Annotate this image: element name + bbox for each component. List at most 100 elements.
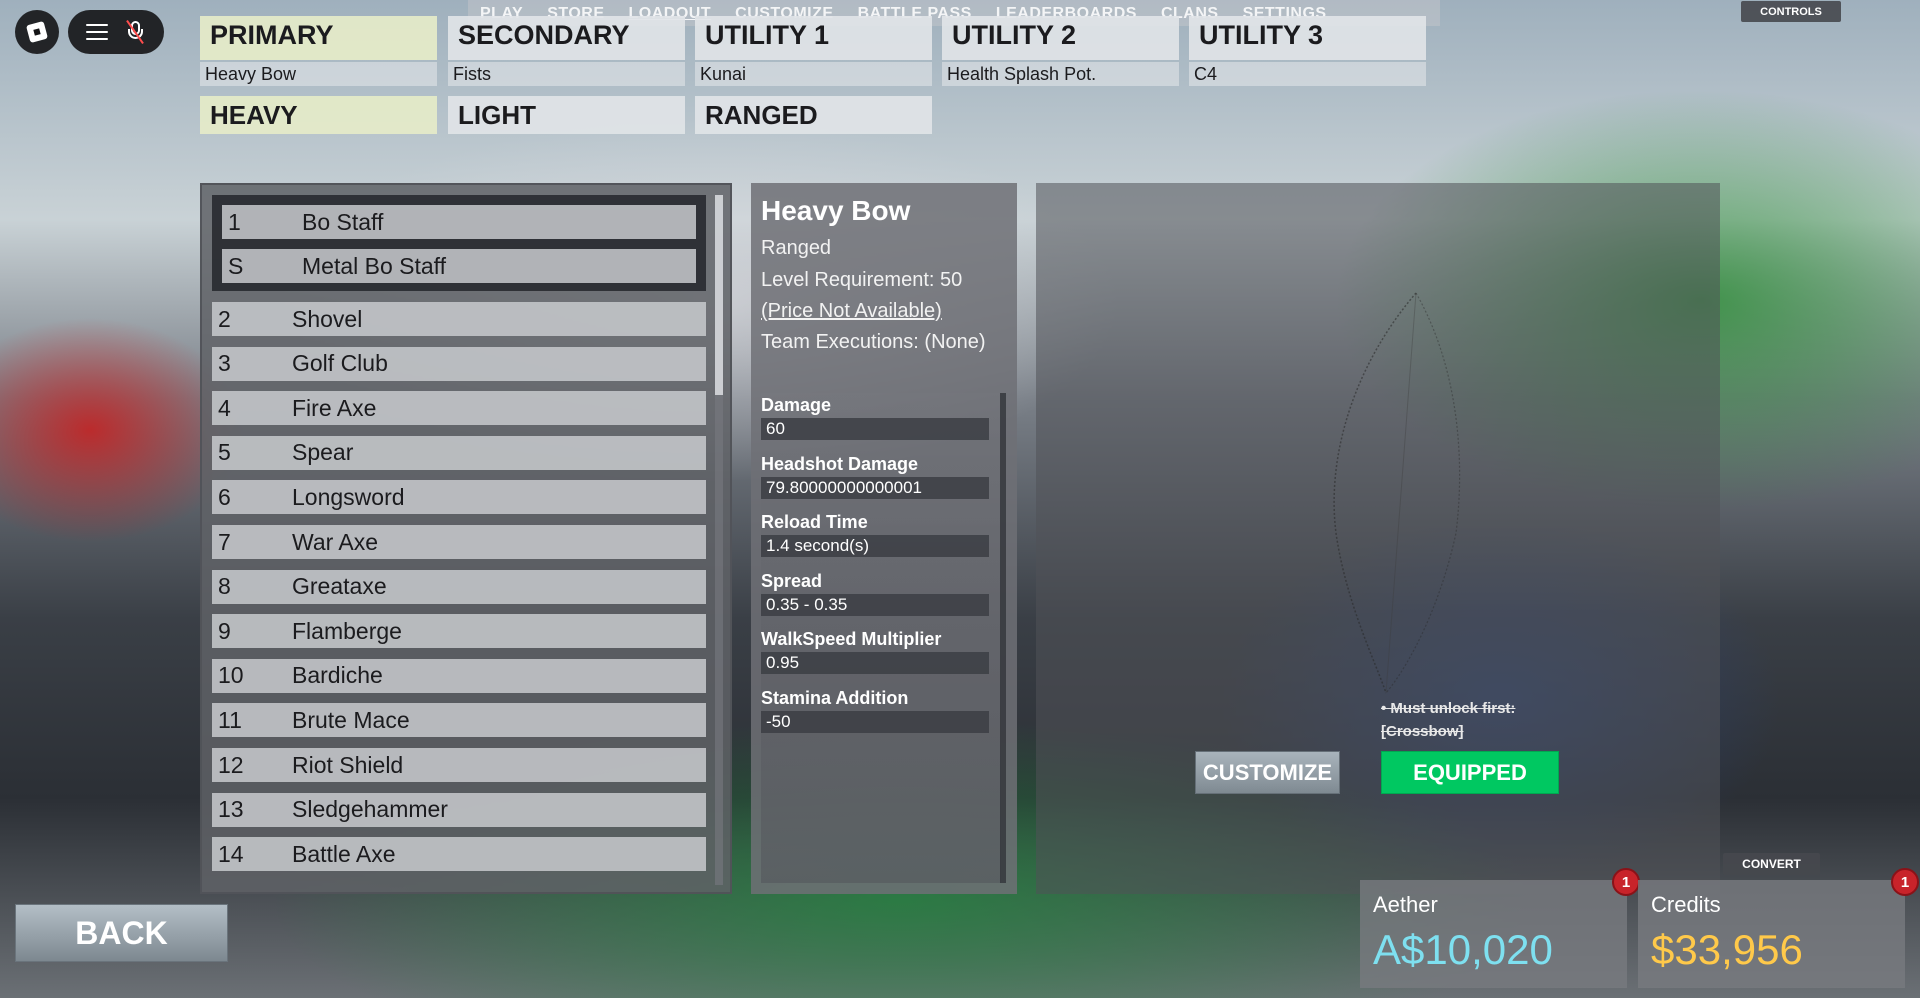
roblox-quick-menu[interactable] (68, 10, 164, 54)
weapon-number: 6 (218, 483, 231, 510)
stats-scrollbar[interactable] (1000, 393, 1006, 883)
weapon-name: Sledgehammer (292, 796, 448, 823)
stat-label: Damage (761, 395, 832, 415)
weapon-name: Longsword (292, 483, 405, 510)
convert-button[interactable]: CONVERT (1723, 853, 1820, 875)
slot-title: SECONDARY (448, 16, 685, 60)
price-link[interactable]: (Price Not Available) (761, 300, 942, 323)
stat-value: 79.80000000000001 (761, 476, 989, 499)
slot-primary[interactable]: PRIMARY Heavy Bow (200, 16, 437, 86)
weapon-name: Flamberge (292, 617, 402, 644)
aether-balance: Aether A$10,020 (1360, 880, 1627, 988)
slot-item: Heavy Bow (200, 62, 437, 86)
weapon-number: S (228, 252, 244, 279)
weapon-number: 8 (218, 573, 231, 600)
weapon-row[interactable]: S Metal Bo Staff (222, 249, 696, 283)
weapon-name: Bardiche (292, 662, 383, 689)
stat-value: 0.95 (761, 652, 989, 674)
currency-value: A$10,020 (1373, 926, 1553, 973)
weapon-row[interactable]: 13 Sledgehammer (212, 792, 706, 827)
weapon-row[interactable]: 14 Battle Axe (212, 837, 706, 872)
weapon-list-scroll-thumb[interactable] (715, 195, 723, 395)
weapon-name: Battle Axe (292, 840, 396, 867)
weapon-type: Ranged (761, 237, 832, 259)
roblox-logo-icon (25, 20, 49, 44)
weapon-row[interactable]: 1 Bo Staff (222, 205, 696, 239)
controls-button[interactable]: CONTROLS (1741, 1, 1841, 22)
weapon-number: 5 (218, 439, 231, 466)
stat-label: WalkSpeed Multiplier (761, 629, 942, 649)
weapon-number: 2 (218, 305, 231, 332)
stat-value: 0.35 - 0.35 (761, 593, 989, 616)
slot-title: PRIMARY (200, 16, 437, 60)
weapon-number: 10 (218, 662, 244, 689)
category-ranged[interactable]: RANGED (695, 96, 932, 134)
weapon-name: Metal Bo Staff (302, 252, 447, 279)
slot-utility-3[interactable]: UTILITY 3 C4 (1189, 16, 1426, 86)
weapon-number: 7 (218, 528, 231, 555)
weapon-number: 4 (218, 394, 231, 421)
equipped-button[interactable]: EQUIPPED (1381, 751, 1559, 794)
weapon-number: 11 (218, 706, 242, 733)
weapon-number: 9 (218, 617, 231, 644)
weapon-name: Greataxe (292, 573, 387, 600)
level-requirement: Level Requirement: 50 (761, 269, 963, 291)
category-heavy[interactable]: HEAVY (200, 96, 437, 134)
back-button[interactable]: BACK (15, 904, 228, 962)
weapon-row[interactable]: 3 Golf Club (212, 346, 706, 381)
bow-model-icon (1333, 292, 1461, 694)
weapon-list: 1 Bo Staff S Metal Bo Staff 2 Shovel 3 Golf… (200, 183, 732, 894)
weapon-name: Shovel (292, 305, 363, 332)
weapon-name: Riot Shield (292, 751, 404, 778)
weapon-number: 14 (218, 840, 244, 867)
weapon-name: Fire Axe (292, 394, 377, 421)
stat-label: Stamina Addition (761, 687, 909, 708)
weapon-group-bo-staff: 1 Bo Staff S Metal Bo Staff (212, 195, 706, 291)
weapon-number: 1 (228, 208, 241, 235)
weapon-row[interactable]: 11 Brute Mace (212, 703, 706, 738)
weapon-name: Golf Club (292, 350, 388, 377)
slot-title: UTILITY 3 (1189, 16, 1426, 60)
weapon-number: 12 (218, 751, 244, 778)
weapon-info-panel: Heavy Bow Ranged Level Requirement: 50 (… (751, 183, 1017, 894)
weapon-row[interactable]: 8 Greataxe (212, 569, 706, 604)
currency-label: Aether (1373, 892, 1438, 917)
mic-muted-icon[interactable] (124, 19, 146, 45)
currency-value: $33,956 (1651, 926, 1803, 973)
slot-item: Fists (448, 62, 685, 86)
weapon-row[interactable]: 12 Riot Shield (212, 748, 706, 782)
slot-title: UTILITY 2 (942, 16, 1179, 60)
weapon-row[interactable]: 5 Spear (212, 435, 706, 470)
credits-notification-badge[interactable]: 1 (1891, 868, 1919, 896)
credits-balance: Credits $33,956 (1638, 880, 1905, 988)
slot-secondary[interactable]: SECONDARY Fists (448, 16, 685, 86)
stat-label: Spread (761, 570, 823, 591)
category-light[interactable]: LIGHT (448, 96, 685, 134)
weapon-preview: • Must unlock first: [Crossbow] CUSTOMIZ… (1036, 183, 1720, 894)
weapon-row[interactable]: 7 War Axe (212, 525, 706, 559)
customize-button[interactable]: CUSTOMIZE (1195, 751, 1340, 794)
weapon-name: Bo Staff (302, 208, 384, 235)
stat-value: 60 (761, 418, 989, 440)
team-executions: Team Executions: (None) (761, 331, 986, 353)
stat-value: 1.4 second(s) (761, 535, 989, 557)
slot-item: Kunai (695, 62, 932, 86)
weapon-row[interactable]: 6 Longsword (212, 480, 706, 515)
weapon-row[interactable]: 4 Fire Axe (212, 391, 706, 426)
weapon-name: Spear (292, 439, 354, 466)
weapon-number: 13 (218, 796, 244, 823)
weapon-row[interactable]: 2 Shovel (212, 302, 706, 336)
unlock-requirement-note: • Must unlock first: [Crossbow] (1381, 700, 1516, 740)
slot-utility-2[interactable]: UTILITY 2 Health Splash Pot. (942, 16, 1179, 86)
hamburger-icon[interactable] (86, 24, 108, 40)
weapon-row[interactable]: 9 Flamberge (212, 614, 706, 649)
stat-value: -50 (761, 710, 989, 733)
weapon-number: 3 (218, 350, 231, 377)
slot-utility-1[interactable]: UTILITY 1 Kunai (695, 16, 932, 86)
roblox-menu-button[interactable] (15, 10, 59, 54)
weapon-row[interactable]: 10 Bardiche (212, 658, 706, 693)
currency-label: Credits (1651, 892, 1721, 917)
weapon-name: War Axe (292, 528, 379, 555)
weapon-name: Brute Mace (292, 706, 410, 733)
aether-notification-badge[interactable]: 1 (1612, 868, 1640, 896)
